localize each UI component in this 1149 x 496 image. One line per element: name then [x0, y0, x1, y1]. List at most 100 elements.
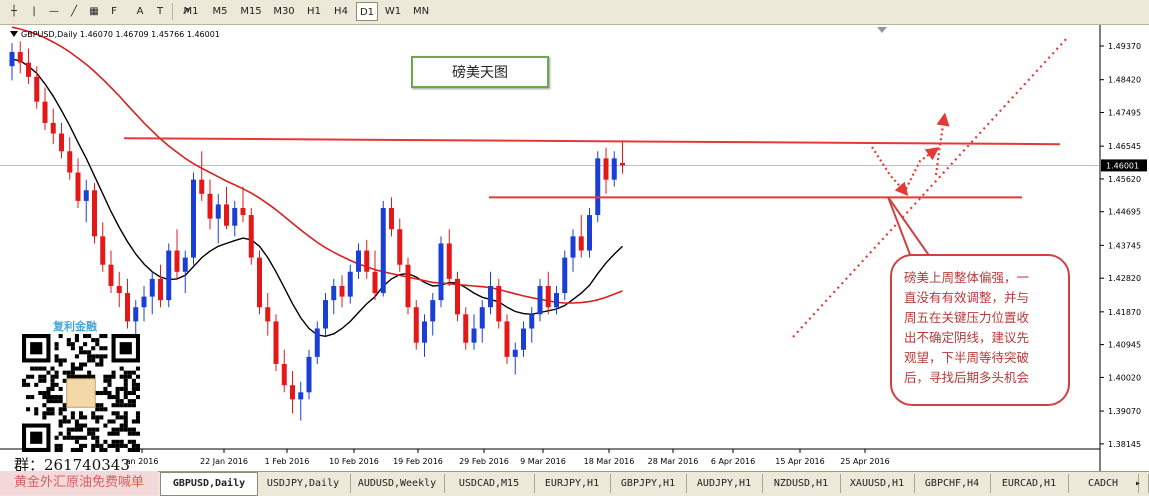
price-tick-label: 1.41870 — [1108, 308, 1141, 317]
horizontal-line-icon[interactable]: — — [44, 2, 64, 21]
period-m5-button[interactable]: M5 — [207, 2, 233, 21]
crosshair-icon[interactable]: ┼ — [4, 2, 24, 21]
price-tick-label: 1.45620 — [1108, 175, 1141, 184]
price-tick-label: 1.40020 — [1108, 373, 1141, 382]
price-tick-label: 1.44695 — [1108, 208, 1141, 217]
time-tick-label: 1 Feb 2016 — [265, 457, 310, 466]
candle-body — [306, 356, 312, 393]
trendline-icon[interactable]: ╱ — [64, 2, 84, 21]
price-tick-label: 1.49370 — [1108, 42, 1141, 51]
candle — [306, 349, 312, 400]
period-w1-button[interactable]: W1 — [381, 2, 405, 21]
candle — [166, 243, 172, 308]
candle-body — [364, 250, 370, 272]
candle-body — [158, 278, 163, 301]
candle-body — [100, 236, 106, 265]
callout-line: 出不确定阴线，建议先 — [904, 330, 1030, 345]
candle — [587, 207, 592, 258]
candle-body — [265, 307, 271, 322]
candle-body — [149, 278, 155, 297]
chart-tab[interactable]: GBPCHF,H4 — [914, 474, 991, 493]
candle-body — [422, 321, 427, 343]
candle-body — [380, 207, 386, 294]
chart-tab[interactable]: XAUUSD,H1 — [840, 474, 915, 493]
time-tick-label: 19 Feb 2016 — [393, 457, 443, 466]
candle-body — [26, 62, 31, 77]
price-tick-label: 1.38145 — [1108, 440, 1141, 449]
candle-body — [512, 349, 518, 357]
chart-title-box: 磅美天图 — [411, 56, 549, 88]
candle-body — [529, 314, 535, 329]
chart-tab[interactable]: GBPJPY,H1 — [610, 474, 687, 493]
period-h1-button[interactable]: H1 — [302, 2, 326, 21]
chart-tab[interactable]: EURJPY,H1 — [534, 474, 611, 493]
channel-icon[interactable]: ▦ — [84, 2, 104, 21]
chart-menu-icon[interactable] — [10, 31, 18, 37]
time-tick-label: 9 Mar 2016 — [520, 457, 566, 466]
price-tick-label: 1.46545 — [1108, 142, 1141, 151]
text-icon[interactable]: A — [130, 2, 150, 21]
time-tick-label: 6 Apr 2016 — [711, 457, 755, 466]
qr-pattern — [22, 334, 140, 452]
qr-logo — [66, 378, 96, 408]
candle — [405, 257, 411, 315]
candle-body — [298, 392, 304, 400]
candle-body — [166, 250, 172, 301]
candle-body — [438, 243, 444, 301]
candle-body — [281, 363, 287, 386]
candle-body — [125, 293, 130, 322]
chart-title: 磅美天图 — [452, 65, 508, 81]
candle-body — [339, 285, 345, 297]
chart-tab[interactable]: AUDJPY,H1 — [686, 474, 763, 493]
text-label-icon[interactable]: T — [150, 2, 170, 21]
candle-body — [479, 307, 485, 329]
candle-body — [92, 190, 97, 237]
candle-body — [537, 285, 543, 315]
chart-tab[interactable]: GBPUSD,Daily — [160, 472, 258, 496]
candle-body — [34, 76, 40, 102]
candle-body — [562, 257, 568, 294]
period-mn-button[interactable]: MN — [408, 2, 434, 21]
candle-body — [215, 204, 221, 219]
chart-tab[interactable]: AUDUSD,Weekly — [350, 474, 445, 493]
time-tick-label: 29 Feb 2016 — [459, 457, 509, 466]
candle-body — [191, 179, 196, 258]
callout-line: 周五在关键压力位置收 — [904, 310, 1030, 325]
chart-tab[interactable]: EURCAD,H1 — [990, 474, 1069, 493]
candle-body — [545, 285, 551, 308]
candle — [496, 278, 502, 329]
candle-body — [116, 285, 122, 294]
candle-body — [240, 207, 246, 216]
candle — [595, 151, 601, 223]
chart-tab[interactable]: USDJPY,Daily — [256, 474, 351, 493]
chart-tab-bar: GBPUSD,Daily USDJPY,Daily AUDUSD,Weekly USD… — [0, 471, 1149, 496]
time-tick-label: 15 Apr 2016 — [775, 457, 824, 466]
candle-body — [141, 296, 147, 308]
vertical-line-icon[interactable]: | — [24, 2, 44, 21]
candle-body — [372, 271, 378, 294]
candle-body — [413, 307, 419, 343]
chart-tab[interactable]: NZDUSD,H1 — [762, 474, 841, 493]
candle-body — [67, 151, 73, 173]
callout-line: 后，寻找后期多头机会 — [904, 370, 1030, 385]
candle-body — [108, 264, 114, 286]
time-tick-label: an 2016 — [126, 457, 159, 466]
candle — [191, 172, 196, 265]
tab-scroll-right-icon[interactable]: ▸ — [1128, 474, 1149, 493]
period-d1-button[interactable]: D1 — [356, 2, 378, 21]
candle-body — [496, 285, 502, 322]
callout-line: 磅美上周整体偏强，一 — [904, 270, 1030, 285]
candle-body — [521, 328, 526, 350]
period-m1-button[interactable]: M1 — [178, 2, 204, 21]
callout-line: 直没有有效调整，并与 — [904, 290, 1030, 305]
period-h4-button[interactable]: H4 — [329, 2, 353, 21]
candle — [562, 250, 568, 301]
period-m15-button[interactable]: M15 — [236, 2, 266, 21]
time-tick-label: 28 Mar 2016 — [648, 457, 699, 466]
promo-banner: 黄金外汇原油免费喊单 — [0, 471, 158, 495]
candle-body — [554, 293, 559, 308]
fibonacci-icon[interactable]: F — [104, 2, 124, 21]
period-m30-button[interactable]: M30 — [269, 2, 299, 21]
callout-line: 观望，下半周等待突破 — [904, 350, 1030, 365]
chart-tab[interactable]: USDCAD,M15 — [444, 474, 535, 493]
